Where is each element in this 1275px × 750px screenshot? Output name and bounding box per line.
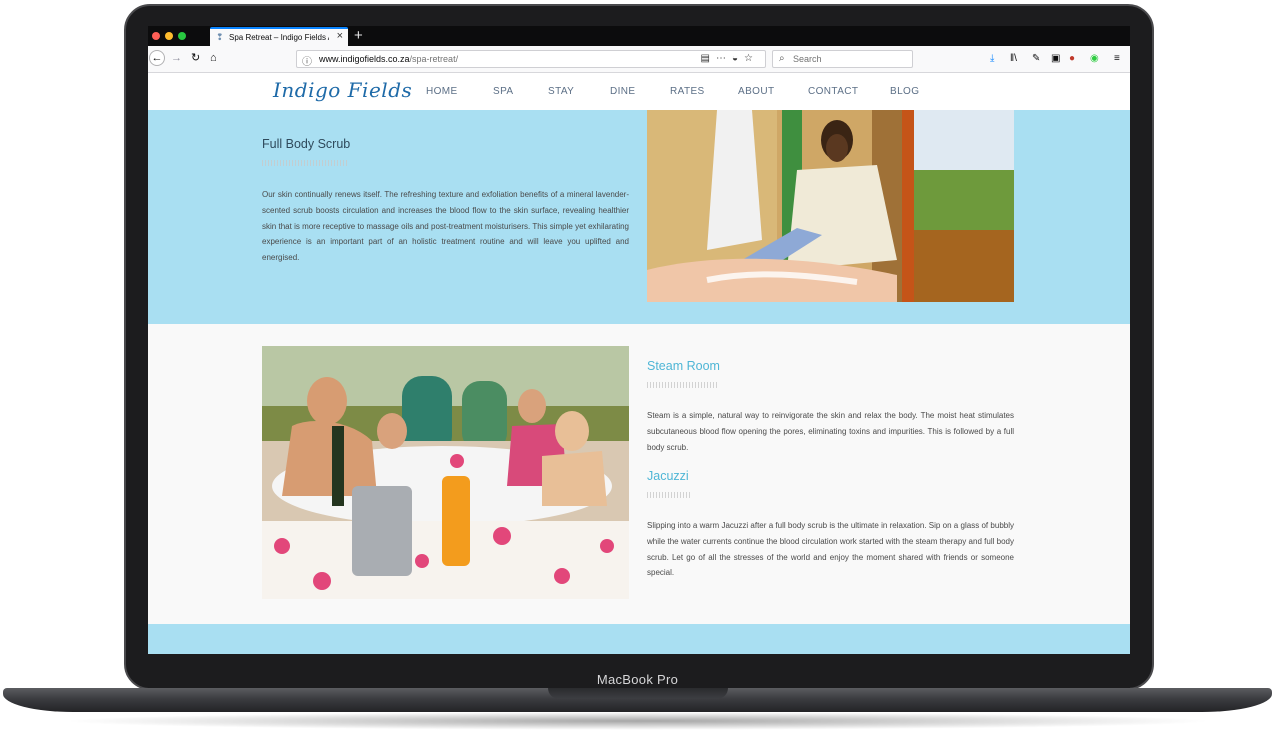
section-steam-jacuzzi: Steam Room Steam is a simple, natural wa… [148, 324, 1130, 624]
section-body-scrub: Full Body Scrub Our skin continually ren… [148, 110, 1130, 324]
body-scrub-photo [647, 110, 1014, 302]
title-divider [647, 492, 691, 498]
grammar-extension-icon[interactable]: ◉ [1090, 53, 1099, 65]
url-bar-actions: ▤⋯◒☆ [701, 53, 759, 64]
nav-about[interactable]: ABOUT [738, 86, 774, 97]
download-icon[interactable]: ⤓ [990, 53, 994, 65]
laptop-brand-label: MacBook Pro [596, 672, 679, 687]
site-logo[interactable]: Indigo Fields [273, 78, 412, 102]
section-title: Full Body Scrub [262, 137, 351, 151]
tab-title: Spa Retreat – Indigo Fields Afri [229, 33, 329, 42]
url-bar[interactable]: ⓘ www.indigofields.co.za/spa-retreat/ ▤⋯… [296, 50, 766, 68]
jacuzzi-photo [262, 346, 629, 599]
eyedropper-icon[interactable]: ✎ [1032, 53, 1040, 65]
url-host: www.indigofields.co.za [319, 54, 410, 64]
section-text: Slipping into a warm Jacuzzi after a ful… [647, 521, 1014, 578]
reload-icon[interactable]: ↻ [191, 52, 200, 65]
nav-dine[interactable]: DINE [610, 86, 636, 97]
nav-rates[interactable]: RATES [670, 86, 705, 97]
sidebar-icon[interactable]: ▣ [1051, 53, 1060, 65]
window-close-button[interactable] [152, 32, 160, 40]
nav-blog[interactable]: BLOG [890, 86, 919, 97]
info-icon[interactable]: ⓘ [302, 53, 312, 68]
more-icon[interactable]: ⋯ [716, 53, 732, 64]
url-text[interactable]: www.indigofields.co.za/spa-retreat/ [319, 54, 458, 64]
navigation-toolbar: ← → ↻ ⌂ ⓘ www.indigofields.co.za/spa-ret… [148, 46, 1130, 73]
home-icon[interactable]: ⌂ [210, 52, 217, 65]
favicon-icon: ❢ [216, 32, 224, 42]
reader-view-icon[interactable]: ▤ [701, 53, 716, 64]
window-zoom-button[interactable] [178, 32, 186, 40]
section-next-band [148, 624, 1130, 654]
tab-strip: ❢ Spa Retreat – Indigo Fields Afri × + [148, 26, 1130, 46]
site-header: Indigo Fields HOME SPA STAY DINE RATES A… [148, 73, 1130, 110]
title-divider [262, 160, 348, 166]
new-tab-button[interactable]: + [354, 26, 363, 46]
search-bar[interactable]: ⌕ Search [772, 50, 913, 68]
title-divider [647, 382, 719, 388]
search-input[interactable]: Search [793, 54, 822, 64]
section-title: Steam Room [647, 359, 720, 373]
laptop-notch [548, 688, 728, 699]
screen: ❢ Spa Retreat – Indigo Fields Afri × + ←… [148, 26, 1130, 654]
nav-stay[interactable]: STAY [548, 86, 574, 97]
nav-spa[interactable]: SPA [493, 86, 513, 97]
close-icon[interactable]: × [337, 31, 343, 42]
hamburger-menu-icon[interactable]: ≡ [1114, 53, 1120, 65]
nav-contact[interactable]: CONTACT [808, 86, 858, 97]
section-text: Steam is a simple, natural way to reinvi… [647, 411, 1014, 452]
star-icon[interactable]: ☆ [744, 53, 759, 64]
window-minimize-button[interactable] [165, 32, 173, 40]
browser-tab-active[interactable]: ❢ Spa Retreat – Indigo Fields Afri × [210, 27, 348, 46]
extension-icon[interactable]: ● [1069, 53, 1075, 65]
library-icon[interactable]: ‖\ [1010, 53, 1017, 65]
section-text: Our skin continually renews itself. The … [262, 190, 629, 263]
nav-home[interactable]: HOME [426, 86, 458, 97]
back-arrow-icon[interactable]: ← [149, 50, 165, 66]
search-icon: ⌕ [779, 53, 785, 64]
pocket-icon[interactable]: ◒ [732, 53, 744, 64]
url-path: /spa-retreat/ [409, 54, 459, 64]
laptop-shadow [60, 712, 1215, 730]
forward-arrow-icon[interactable]: → [171, 52, 182, 65]
section-title: Jacuzzi [647, 469, 689, 483]
